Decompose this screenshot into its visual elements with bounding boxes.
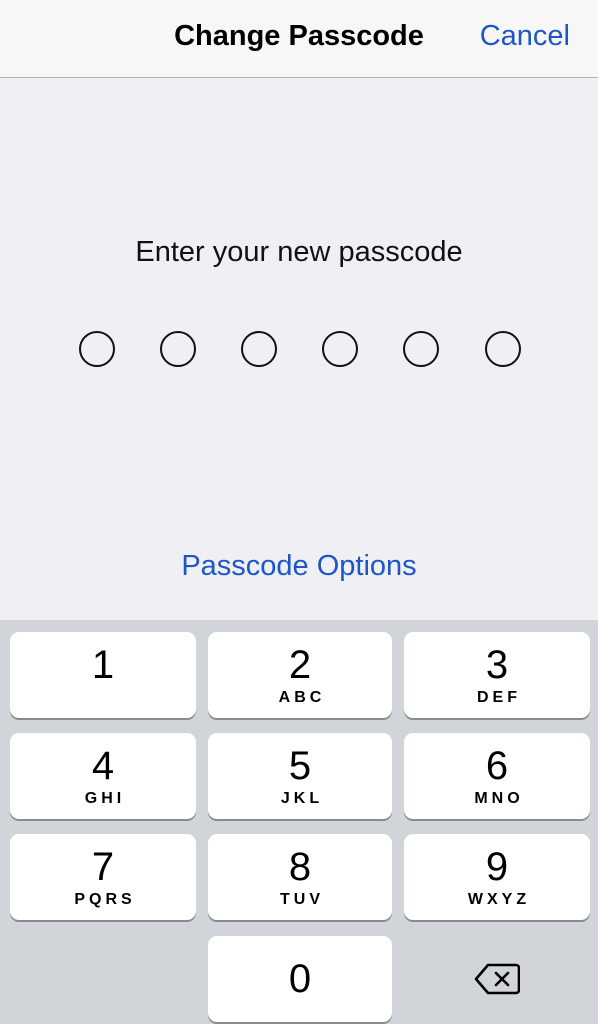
backspace-icon — [474, 963, 520, 995]
key-3[interactable]: 3 DEF — [404, 632, 590, 718]
cancel-button[interactable]: Cancel — [480, 20, 570, 53]
delete-button[interactable] — [404, 936, 590, 1022]
key-letters: GHI — [84, 790, 126, 807]
passcode-dot — [79, 331, 115, 367]
page-title-text: Change Passcode — [174, 20, 424, 52]
key-digit: 8 — [288, 845, 312, 889]
key-digit: 4 — [91, 744, 115, 788]
passcode-dots — [0, 331, 598, 367]
key-letters: PQRS — [74, 891, 136, 908]
key-letters: WXYZ — [467, 891, 531, 908]
key-6[interactable]: 6 MNO — [404, 733, 590, 819]
passcode-dot — [485, 331, 521, 367]
key-letters: DEF — [477, 689, 521, 706]
key-5[interactable]: 5 JKL — [208, 733, 392, 819]
key-digit: 6 — [485, 744, 509, 788]
navigation-bar: Change Passcode Cancel — [0, 0, 598, 78]
key-9[interactable]: 9 WXYZ — [404, 834, 590, 920]
passcode-dot — [160, 331, 196, 367]
key-digit: 7 — [91, 845, 115, 889]
key-letters: JKL — [280, 790, 324, 807]
key-8[interactable]: 8 TUV — [208, 834, 392, 920]
key-4[interactable]: 4 GHI — [10, 733, 196, 819]
key-1[interactable]: 1 — [10, 632, 196, 718]
key-digit: 3 — [485, 643, 509, 687]
passcode-dot — [403, 331, 439, 367]
passcode-options-button[interactable]: Passcode Options — [0, 550, 598, 583]
key-digit: 2 — [288, 643, 312, 687]
key-0[interactable]: 0 — [208, 936, 392, 1022]
key-2[interactable]: 2 ABC — [208, 632, 392, 718]
key-digit: 5 — [288, 744, 312, 788]
key-letters: TUV — [280, 891, 324, 908]
passcode-dot — [241, 331, 277, 367]
key-digit: 0 — [288, 957, 312, 1001]
passcode-prompt: Enter your new passcode — [135, 236, 463, 268]
key-letters: MNO — [474, 790, 524, 807]
key-digit: 1 — [91, 643, 115, 687]
key-digit: 9 — [485, 845, 509, 889]
key-7[interactable]: 7 PQRS — [10, 834, 196, 920]
passcode-dot — [322, 331, 358, 367]
key-letters: ABC — [278, 689, 326, 706]
numeric-keypad: 1 2 ABC 3 DEF 4 GHI 5 JKL 6 MNO 7 PQRS 8… — [0, 620, 598, 1024]
